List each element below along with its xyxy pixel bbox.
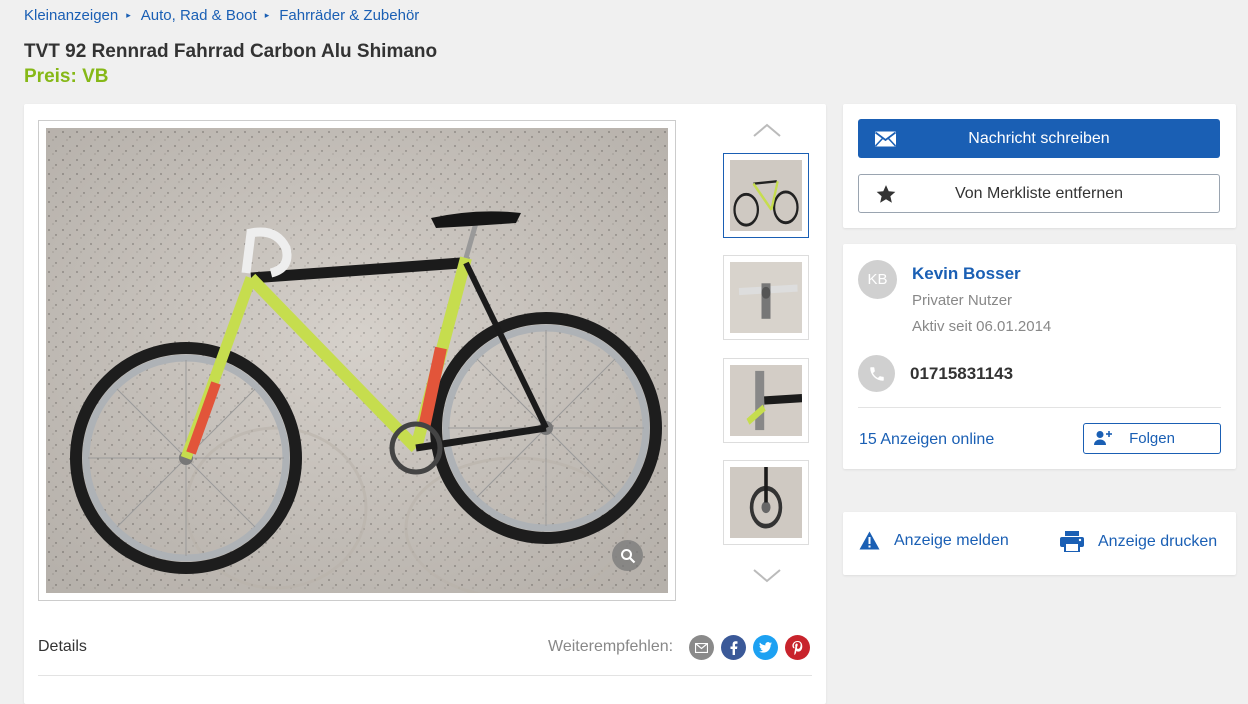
watchlist-button-label: Von Merkliste entfernen xyxy=(954,184,1124,202)
thumbnail-headtube-image xyxy=(730,365,802,436)
thumbnail-3[interactable] xyxy=(723,358,809,443)
thumbnail-bike-image xyxy=(730,160,802,231)
details-heading: Details xyxy=(38,638,87,655)
breadcrumb: Kleinanzeigen ▸ Auto, Rad & Boot ▸ Fahrr… xyxy=(24,7,419,24)
pinterest-icon[interactable] xyxy=(785,635,810,660)
thumbnails-up-icon[interactable] xyxy=(752,122,782,138)
facebook-icon[interactable] xyxy=(721,635,746,660)
breadcrumb-kleinanzeigen[interactable]: Kleinanzeigen xyxy=(24,7,118,24)
seller-ads-online-link[interactable]: 15 Anzeigen online xyxy=(859,431,994,449)
follow-button[interactable]: Folgen xyxy=(1083,423,1221,454)
twitter-icon[interactable] xyxy=(753,635,778,660)
print-ad-link[interactable]: Anzeige drucken xyxy=(1060,531,1217,552)
seller-type: Privater Nutzer xyxy=(912,292,1013,309)
thumbnail-4[interactable] xyxy=(723,460,809,545)
listing-price: Preis: VB xyxy=(24,66,109,87)
message-button[interactable]: Nachricht schreiben xyxy=(858,119,1220,158)
details-divider xyxy=(38,675,812,676)
actions-card: Nachricht schreiben Von Merkliste entfer… xyxy=(843,104,1236,228)
bike-photo xyxy=(46,128,668,593)
listing-title: TVT 92 Rennrad Fahrrad Carbon Alu Shiman… xyxy=(24,41,438,62)
phone-icon xyxy=(858,355,895,392)
follow-user-icon xyxy=(1094,430,1113,446)
thumbnail-1[interactable] xyxy=(723,153,809,238)
email-icon[interactable] xyxy=(689,635,714,660)
thumbnail-2[interactable] xyxy=(723,255,809,340)
bike-photo-illustration xyxy=(46,128,668,593)
follow-button-label: Folgen xyxy=(1129,430,1175,447)
gallery-card: Details Weiterempfehlen: xyxy=(24,104,826,704)
printer-icon xyxy=(1060,531,1084,552)
breadcrumb-fahrraeder-zubehoer[interactable]: Fahrräder & Zubehör xyxy=(279,7,419,24)
message-button-label: Nachricht schreiben xyxy=(968,129,1110,147)
thumbnails-down-icon[interactable] xyxy=(752,568,782,584)
seller-card: KB Kevin Bosser Privater Nutzer Aktiv se… xyxy=(843,244,1236,469)
seller-divider xyxy=(858,407,1221,408)
breadcrumb-separator-icon: ▸ xyxy=(264,10,270,20)
report-ad-link[interactable]: Anzeige melden xyxy=(859,531,1009,550)
print-ad-label: Anzeige drucken xyxy=(1098,532,1218,550)
watchlist-remove-button[interactable]: Von Merkliste entfernen xyxy=(858,174,1220,213)
warning-icon xyxy=(859,531,880,550)
breadcrumb-auto-rad-boot[interactable]: Auto, Rad & Boot xyxy=(141,7,257,24)
report-card: Anzeige melden Anzeige drucken xyxy=(843,512,1236,575)
report-ad-label: Anzeige melden xyxy=(894,531,1009,549)
envelope-icon xyxy=(875,131,896,146)
seller-phone[interactable]: 01715831143 xyxy=(910,364,1013,384)
share-label: Weiterempfehlen: xyxy=(548,638,674,655)
thumbnail-stem-image xyxy=(730,262,802,333)
seller-active-since: Aktiv seit 06.01.2014 xyxy=(912,318,1052,335)
avatar: KB xyxy=(858,260,897,299)
thumbnail-drivetrain-image xyxy=(730,467,802,538)
seller-name[interactable]: Kevin Bosser xyxy=(912,264,1021,284)
main-image[interactable] xyxy=(38,120,676,601)
star-icon xyxy=(876,184,896,203)
breadcrumb-separator-icon: ▸ xyxy=(126,10,131,20)
zoom-icon[interactable] xyxy=(612,540,643,571)
